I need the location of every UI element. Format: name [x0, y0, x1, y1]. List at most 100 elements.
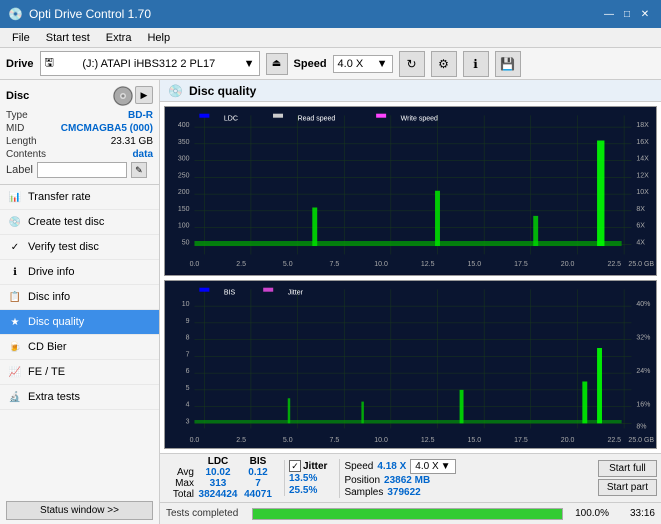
drive-dropdown-icon: ▼	[244, 58, 255, 70]
svg-text:BIS: BIS	[224, 289, 236, 296]
info-button[interactable]: ℹ	[463, 51, 489, 77]
content-header: 💿 Disc quality	[160, 80, 661, 102]
svg-text:16%: 16%	[636, 401, 650, 408]
speed-dropdown-icon: ▼	[377, 58, 388, 70]
drive-info-icon: ℹ	[8, 265, 22, 279]
speed-label: Speed	[294, 58, 327, 70]
svg-text:40%: 40%	[636, 301, 650, 308]
menu-file[interactable]: File	[4, 30, 38, 46]
disc-label-edit-button[interactable]: ✎	[131, 162, 147, 178]
svg-text:0.0: 0.0	[190, 436, 200, 443]
sidebar-item-transfer-rate[interactable]: 📊 Transfer rate	[0, 185, 159, 210]
drive-selector[interactable]: 🖫 (J:) ATAPI iHBS312 2 PL17 ▼	[40, 51, 260, 76]
titlebar: 💿 Opti Drive Control 1.70 — □ ✕	[0, 0, 661, 28]
speed-value: 4.0 X	[338, 58, 364, 70]
stats-avg-bis: 0.12	[240, 467, 276, 478]
svg-text:4: 4	[186, 401, 190, 408]
stats-total-ldc: 3824424	[196, 489, 240, 500]
disc-contents-value: data	[132, 149, 153, 160]
svg-text:24%: 24%	[636, 368, 650, 375]
disc-info-label: Disc info	[28, 291, 70, 303]
content-title: Disc quality	[189, 84, 256, 98]
samples-label: Samples	[344, 487, 383, 498]
svg-text:6: 6	[186, 368, 190, 375]
svg-text:2.5: 2.5	[236, 261, 246, 268]
eject-button[interactable]: ⏏	[266, 53, 288, 75]
position-label: Position	[344, 475, 380, 486]
svg-text:5: 5	[186, 384, 190, 391]
progress-container: Tests completed 100.0% 33:16	[160, 502, 661, 524]
start-full-button[interactable]: Start full	[598, 460, 657, 477]
jitter-header: ✓ Jitter	[289, 460, 327, 472]
jitter-checkbox[interactable]: ✓	[289, 460, 301, 472]
svg-text:4X: 4X	[636, 239, 645, 246]
stats-table: LDC BIS Avg 10.02 0.12 Max 313 7 Total 3…	[164, 456, 276, 500]
menu-extra[interactable]: Extra	[98, 30, 140, 46]
sidebar-item-verify-test-disc[interactable]: ✓ Verify test disc	[0, 235, 159, 260]
svg-text:9: 9	[186, 317, 190, 324]
extra-tests-icon: 🔬	[8, 390, 22, 404]
settings-button[interactable]: ⚙	[431, 51, 457, 77]
svg-text:15.0: 15.0	[468, 261, 482, 268]
close-button[interactable]: ✕	[637, 6, 653, 22]
extra-tests-label: Extra tests	[28, 391, 80, 403]
drive-icon: 🖫	[45, 54, 54, 73]
chart2-svg: 10 9 8 7 6 5 4 3 40% 32% 24%	[165, 281, 656, 449]
maximize-button[interactable]: □	[619, 6, 635, 22]
svg-text:Jitter: Jitter	[288, 289, 304, 296]
progress-label: Tests completed	[166, 508, 246, 519]
disc-quality-label: Disc quality	[28, 316, 84, 328]
svg-text:LDC: LDC	[224, 115, 238, 122]
save-button[interactable]: 💾	[495, 51, 521, 77]
sidebar-item-disc-quality[interactable]: ★ Disc quality	[0, 310, 159, 335]
svg-text:22.5: 22.5	[607, 436, 621, 443]
refresh-button[interactable]: ↻	[399, 51, 425, 77]
svg-text:100: 100	[178, 223, 190, 230]
sidebar-item-drive-info[interactable]: ℹ Drive info	[0, 260, 159, 285]
chart-ldc: 400 350 300 250 200 150 100 50 18X 16X	[164, 106, 657, 276]
disc-mid-value: CMCMAGBA5 (000)	[61, 123, 153, 134]
svg-text:7.5: 7.5	[330, 261, 340, 268]
svg-text:5.0: 5.0	[283, 261, 293, 268]
speed-stat-dropdown[interactable]: 4.0 X ▼	[410, 459, 455, 474]
speed-dropdown-value: 4.0 X	[415, 461, 438, 472]
svg-text:8%: 8%	[636, 423, 646, 430]
minimize-button[interactable]: —	[601, 6, 617, 22]
sidebar-item-cd-bier[interactable]: 🍺 CD Bier	[0, 335, 159, 360]
disc-type-row: Type BD-R	[6, 110, 153, 121]
disc-label-input[interactable]	[37, 162, 127, 178]
svg-text:300: 300	[178, 156, 190, 163]
disc-panel-title: Disc	[6, 90, 29, 102]
svg-text:3: 3	[186, 418, 190, 425]
content-header-icon: 💿	[168, 84, 183, 98]
disc-contents-row: Contents data	[6, 149, 153, 160]
speed-selector[interactable]: 4.0 X ▼	[333, 55, 393, 73]
disc-mid-row: MID CMCMAGBA5 (000)	[6, 123, 153, 134]
svg-text:250: 250	[178, 172, 190, 179]
svg-text:7: 7	[186, 351, 190, 358]
sidebar-item-create-test-disc[interactable]: 💿 Create test disc	[0, 210, 159, 235]
menu-help[interactable]: Help	[139, 30, 178, 46]
status-window-button[interactable]: Status window >>	[6, 501, 153, 520]
disc-label-label: Label	[6, 164, 33, 176]
svg-text:400: 400	[178, 122, 190, 129]
app-title: Opti Drive Control 1.70	[29, 7, 151, 21]
jitter-avg: 13.5%	[289, 473, 327, 484]
svg-text:16X: 16X	[636, 139, 649, 146]
svg-text:8: 8	[186, 334, 190, 341]
start-part-button[interactable]: Start part	[598, 479, 657, 496]
svg-text:2.5: 2.5	[236, 436, 246, 443]
disc-info-icon: 📋	[8, 290, 22, 304]
svg-text:12X: 12X	[636, 172, 649, 179]
sidebar-item-disc-info[interactable]: 📋 Disc info	[0, 285, 159, 310]
stats-max-label: Max	[164, 478, 196, 489]
stats-max-bis: 7	[240, 478, 276, 489]
disc-mid-label: MID	[6, 123, 24, 134]
stats-total-bis: 44071	[240, 489, 276, 500]
svg-text:10: 10	[182, 301, 190, 308]
svg-text:350: 350	[178, 139, 190, 146]
menu-start-test[interactable]: Start test	[38, 30, 98, 46]
sidebar-item-extra-tests[interactable]: 🔬 Extra tests	[0, 385, 159, 410]
svg-text:20.0: 20.0	[561, 436, 575, 443]
sidebar-item-fe-te[interactable]: 📈 FE / TE	[0, 360, 159, 385]
